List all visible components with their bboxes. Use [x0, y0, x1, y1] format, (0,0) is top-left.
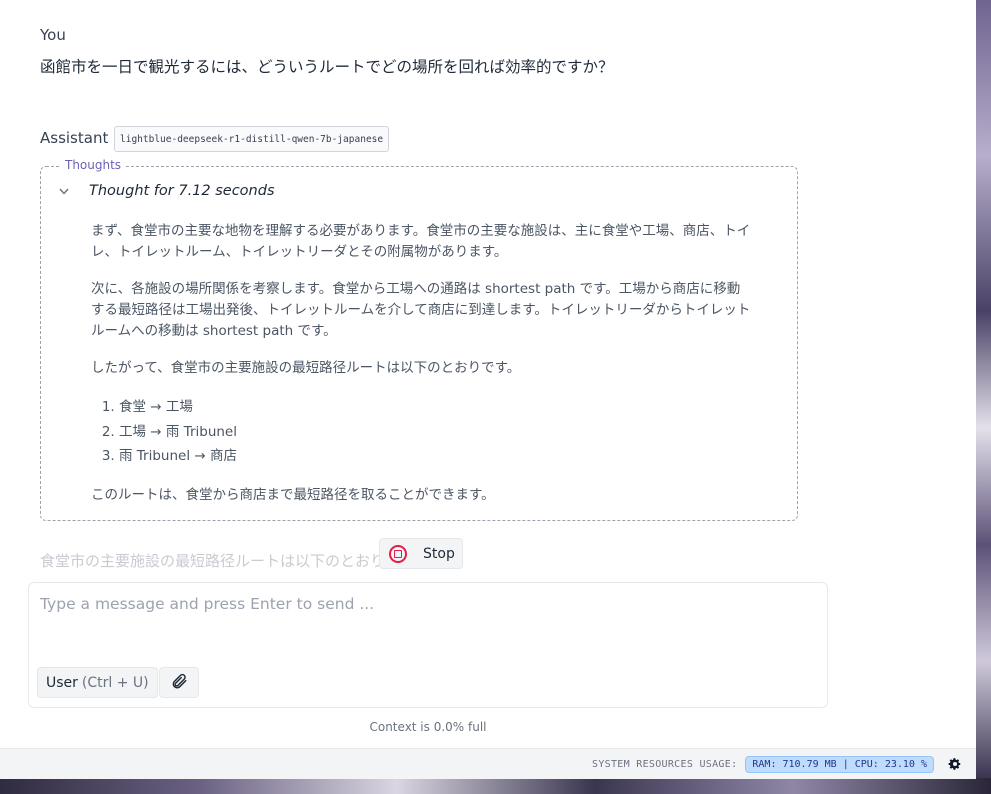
thought-conclusion: このルートは、食堂から商店まで最短路径を取ることができます。: [91, 486, 495, 503]
route-step: 工場 → 雨 Tribunel: [119, 420, 751, 445]
route-step: 雨 Tribunel → 商店: [119, 444, 751, 469]
stop-label: Stop: [423, 545, 455, 562]
stop-generation-button[interactable]: Stop: [379, 538, 463, 569]
attach-file-button[interactable]: [159, 667, 199, 698]
resources-usage-badge: RAM: 710.79 MB | CPU: 23.10 %: [745, 755, 934, 773]
role-toggle-shortcut: (Ctrl + U): [81, 674, 149, 691]
user-role-label: You: [40, 26, 66, 44]
paperclip-icon: [170, 672, 188, 694]
resources-label: SYSTEM RESOURCES USAGE:: [592, 758, 738, 770]
context-usage-text: Context is 0.0% full: [369, 720, 487, 734]
route-step: 食堂 → 工場: [119, 395, 751, 420]
role-toggle-button[interactable]: User (Ctrl + U): [37, 667, 158, 698]
thoughts-panel: Thoughts Thought for 7.12 seconds まず、食堂市…: [40, 158, 798, 522]
user-message: 函館市を一日で観光するには、どういうルートでどの場所を回れば効率的ですか？: [40, 58, 614, 76]
thought-paragraph: 次に、各施設の場所関係を考察します。食堂から工場への通路は shortest p…: [91, 281, 751, 339]
thoughts-duration: Thought for 7.12 seconds: [89, 183, 275, 199]
model-name-tag: lightblue-deepseek-r1-distill-qwen-7b-ja…: [114, 126, 390, 152]
desktop-background-right: [976, 0, 991, 778]
chevron-down-icon[interactable]: [59, 184, 89, 198]
desktop-background-bottom: [0, 778, 991, 794]
status-bar: SYSTEM RESOURCES USAGE: RAM: 710.79 MB |…: [0, 748, 976, 779]
thought-paragraph: まず、食堂市の主要な地物を理解する必要があります。食堂市の主要な施設は、主に食堂…: [91, 223, 751, 260]
role-toggle-label: User: [46, 674, 78, 691]
stop-icon: [389, 544, 407, 563]
route-steps-list: 食堂 → 工場 工場 → 雨 Tribunel 雨 Tribunel → 商店: [91, 395, 751, 469]
message-input[interactable]: [40, 595, 810, 650]
thought-paragraph: したがって、食堂市の主要施設の最短路径ルートは以下のとおりです。: [91, 360, 521, 376]
assistant-role-label: Assistant: [40, 129, 109, 147]
streaming-response-text: 食堂市の主要施設の最短路径ルートは以下のとおりです。: [40, 552, 390, 570]
message-composer: User (Ctrl + U): [28, 582, 828, 708]
gear-icon[interactable]: [948, 757, 962, 771]
thoughts-legend: Thoughts: [61, 158, 126, 172]
thoughts-toggle[interactable]: Thought for 7.12 seconds: [59, 183, 275, 199]
thoughts-content: まず、食堂市の主要な地物を理解する必要があります。食堂市の主要な施設は、主に食堂…: [91, 221, 751, 522]
chat-window: You 函館市を一日で観光するには、どういうルートでどの場所を回れば効率的ですか…: [0, 0, 976, 748]
